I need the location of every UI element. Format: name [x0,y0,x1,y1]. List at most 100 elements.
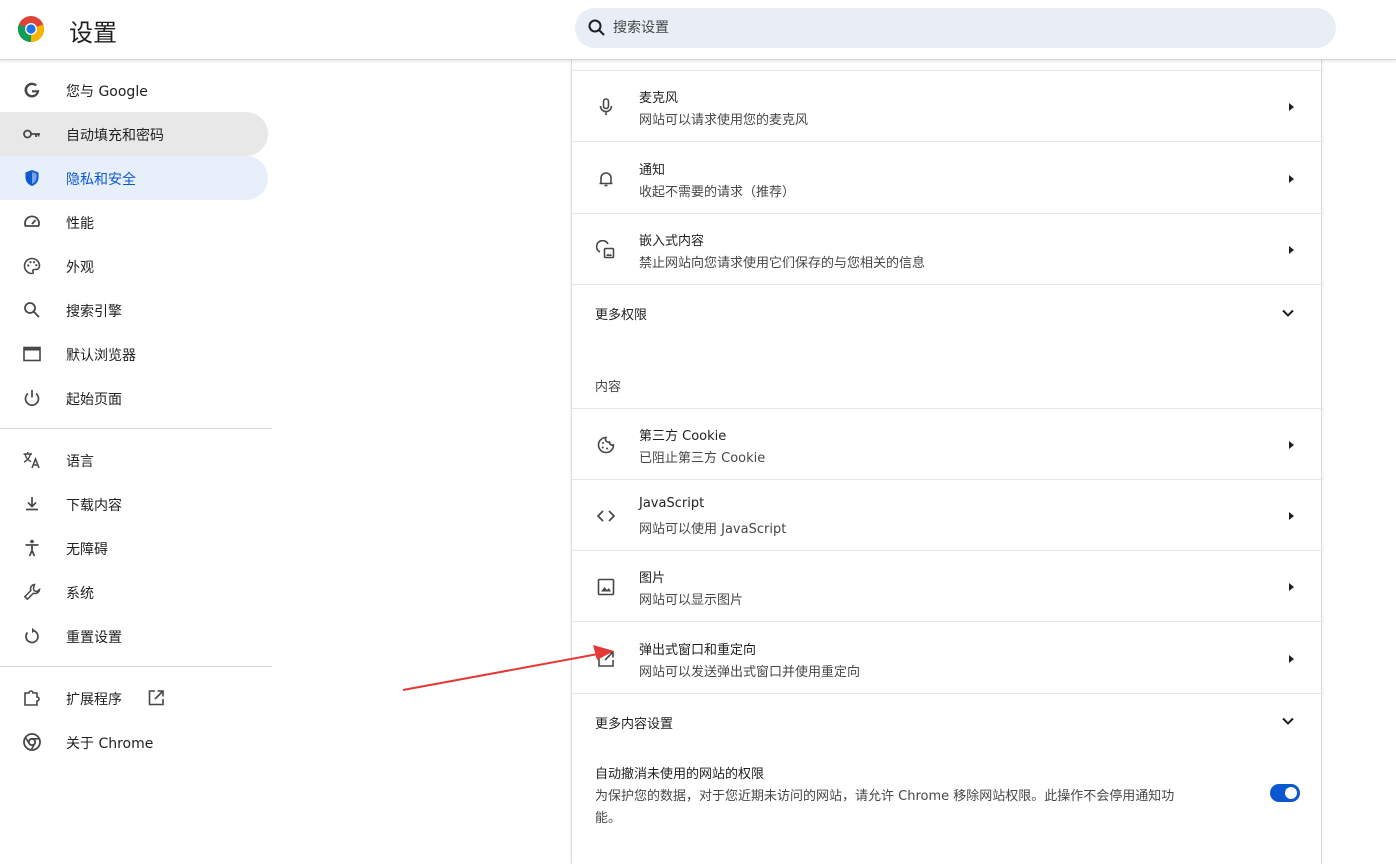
auto-revoke-setting: 自动撤消未使用的网站的权限 为保护您的数据，对于您近期未访问的网站，请允许 Ch… [572,747,1321,847]
download-icon [26,497,38,511]
reset-icon [25,627,39,644]
sidebar-item-label: 扩展程序 [66,692,122,708]
row-title: 图片 [639,571,666,586]
row-subtitle: 网站可以发送弹出式窗口并使用重定向 [639,665,861,680]
sidebar-item-on-startup[interactable]: 起始页面 [0,376,268,420]
toggle-knob [1285,787,1297,799]
more-permissions-label: 更多权限 [595,308,648,323]
search-icon [24,302,40,318]
row-subtitle: 网站可以使用 JavaScript [639,522,787,537]
sidebar-item-label: 语言 [66,454,94,470]
sidebar-item-extensions[interactable]: 扩展程序 [0,676,268,720]
auto-revoke-description: 为保护您的数据，对于您近期未访问的网站，请允许 Chrome 移除网站权限。此操… [595,789,1175,804]
sidebar-item-label: 重置设置 [66,630,122,646]
row-subtitle: 网站可以请求使用您的麦克风 [639,113,809,128]
row-subtitle: 网站可以显示图片 [639,593,744,608]
auto-revoke-description-cont: 能。 [595,811,622,826]
search-box[interactable] [575,8,1336,48]
page-title: 设置 [69,19,117,47]
search-input[interactable] [613,8,1313,48]
row-subtitle: 禁止网站向您请求使用它们保存的与您相关的信息 [639,256,926,271]
more-content-settings-label: 更多内容设置 [595,717,674,732]
permission-row-embedded-content[interactable]: 嵌入式内容 禁止网站向您请求使用它们保存的与您相关的信息 [572,213,1321,284]
sidebar-item-label: 您与 Google [66,84,148,100]
arrow-right-icon [1289,655,1294,663]
palette-icon [23,257,41,275]
permission-row-notifications[interactable]: 通知 收起不需要的请求（推荐） [572,141,1321,213]
cookie-icon [597,436,615,454]
sidebar-item-about-chrome[interactable]: 关于 Chrome [0,720,268,764]
more-content-settings-expander[interactable]: 更多内容设置 [572,693,1321,747]
sidebar-item-label: 自动填充和密码 [66,128,164,144]
sidebar-item-system[interactable]: 系统 [0,570,268,614]
power-icon [24,390,40,406]
sidebar-item-privacy[interactable]: 隐私和安全 [0,156,268,200]
sidebar-item-languages[interactable]: 语言 [0,438,268,482]
auto-revoke-toggle[interactable] [1270,784,1300,802]
row-title: 嵌入式内容 [639,234,705,249]
arrow-right-icon [1289,583,1294,591]
row-title: JavaScript [639,496,705,511]
auto-revoke-title: 自动撤消未使用的网站的权限 [595,767,765,782]
sidebar-divider [0,428,272,429]
row-title: 弹出式窗口和重定向 [639,643,757,658]
browser-window-icon [23,346,41,362]
sidebar-item-performance[interactable]: 性能 [0,200,268,244]
sidebar-item-you-and-google[interactable]: 您与 Google [0,68,268,112]
sidebar-item-downloads[interactable]: 下载内容 [0,482,268,526]
sidebar-item-search-engine[interactable]: 搜索引擎 [0,288,268,332]
sidebar-item-appearance[interactable]: 外观 [0,244,268,288]
popup-icon [598,651,614,667]
chrome-logo-icon [17,16,45,43]
sidebar-item-default-browser[interactable]: 默认浏览器 [0,332,268,376]
shield-icon [25,170,39,186]
external-link-icon[interactable] [146,688,166,708]
sidebar-item-label: 下载内容 [66,498,122,514]
sidebar-item-label: 搜索引擎 [66,304,122,320]
sidebar-item-label: 隐私和安全 [66,172,136,188]
arrow-right-icon [1289,175,1294,183]
translate-icon [23,452,40,469]
content-section-heading: 内容 [595,380,622,395]
settings-card: 麦克风 网站可以请求使用您的麦克风 通知 收起不需要的请求（推荐） 嵌入式内容 … [571,60,1322,864]
google-g-icon [24,82,40,98]
sidebar-item-label: 无障碍 [66,542,108,558]
sidebar-item-label: 性能 [66,216,94,232]
sidebar-divider [0,666,272,667]
content-row-third-party-cookies[interactable]: 第三方 Cookie 已阻止第三方 Cookie [572,408,1321,479]
chrome-icon [23,733,41,751]
embedded-content-icon [596,240,615,259]
chevron-down-icon [1282,717,1294,725]
sidebar: 您与 Google 自动填充和密码 隐私和安全 性能 外观 搜索引擎 默认浏览器… [0,68,272,764]
sidebar-item-accessibility[interactable]: 无障碍 [0,526,268,570]
sidebar-item-label: 起始页面 [66,392,122,408]
content-row-popups[interactable]: 弹出式窗口和重定向 网站可以发送弹出式窗口并使用重定向 [572,621,1321,693]
row-subtitle: 收起不需要的请求（推荐） [639,185,796,200]
sidebar-item-autofill[interactable]: 自动填充和密码 [0,112,268,156]
accessibility-icon [25,539,39,557]
top-bar: 设置 [0,0,1396,60]
gauge-icon [24,215,40,227]
search-icon [588,19,605,36]
sidebar-item-label: 默认浏览器 [66,348,136,364]
sidebar-item-reset[interactable]: 重置设置 [0,614,268,658]
sidebar-item-label: 系统 [66,586,94,602]
sidebar-item-label: 外观 [66,260,94,276]
code-icon [596,510,616,522]
arrow-right-icon [1289,512,1294,520]
chevron-down-icon [1282,309,1294,317]
row-title: 麦克风 [639,91,679,106]
microphone-icon [599,98,613,115]
image-icon [597,578,615,596]
bell-icon [599,172,613,187]
content-row-images[interactable]: 图片 网站可以显示图片 [572,550,1321,621]
puzzle-icon [24,690,40,706]
content-row-javascript[interactable]: JavaScript 网站可以使用 JavaScript [572,479,1321,550]
arrow-right-icon [1289,103,1294,111]
permission-row-microphone[interactable]: 麦克风 网站可以请求使用您的麦克风 [572,70,1321,141]
key-icon [23,129,40,139]
row-title: 通知 [639,163,666,178]
more-permissions-expander[interactable]: 更多权限 [572,284,1321,340]
wrench-icon [23,583,41,601]
arrow-right-icon [1289,246,1294,254]
